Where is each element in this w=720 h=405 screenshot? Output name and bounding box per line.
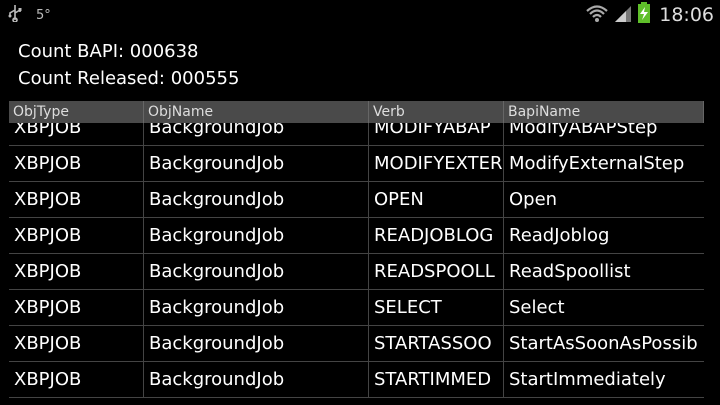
cell-verb: OPEN [369,182,504,217]
status-right: 18:06 [585,2,714,28]
cell-objname: BackgroundJob [144,182,369,217]
column-header-verb[interactable]: Verb [369,101,504,123]
status-bar: 5° 18:06 [0,0,720,28]
cell-objtype: XBPJOB [9,290,144,325]
table-row[interactable]: XBPJOB BackgroundJob SELECT Select [9,290,704,326]
temperature-text: 5° [36,7,51,23]
table-body: XBPJOB BackgroundJob MODIFYABAP ModifyAB… [9,110,704,398]
clock: 18:06 [659,4,714,26]
cell-objname: BackgroundJob [144,218,369,253]
cell-objname: BackgroundJob [144,362,369,397]
count-released-label: Count Released: 000555 [18,68,240,89]
table-header: ObjType ObjName Verb BapiName [9,101,704,123]
cell-bapiname: Select [509,297,565,318]
status-left-icons: 5° [8,4,51,26]
cell-verb: READJOBLOG [369,218,504,253]
cell-objtype: XBPJOB [9,326,144,361]
cell-bapiname: ModifyExternalStep [509,153,685,174]
cell-bapiname: StartAsSoonAsPossib [509,333,698,354]
battery-charging-icon [637,2,651,28]
signal-icon [613,3,633,27]
table-row[interactable]: XBPJOB BackgroundJob STARTIMMED StartImm… [9,362,704,398]
column-header-bapiname[interactable]: BapiName [504,101,704,123]
count-bapi-label: Count BAPI: 000638 [18,41,199,62]
cell-objtype: XBPJOB [9,218,144,253]
cell-verb: STARTASSOO [369,326,504,361]
table-row[interactable]: XBPJOB BackgroundJob MODIFYEXTER ModifyE… [9,146,704,182]
cell-objtype: XBPJOB [9,182,144,217]
table-row[interactable]: XBPJOB BackgroundJob OPEN Open [9,182,704,218]
column-header-objtype[interactable]: ObjType [9,101,144,123]
bapi-table[interactable]: ObjType ObjName Verb BapiName XBPJOB Bac… [9,101,704,405]
cell-objname: BackgroundJob [144,146,369,181]
table-row[interactable]: XBPJOB BackgroundJob READSPOOLL ReadSpoo… [9,254,704,290]
wifi-icon [585,3,609,27]
cell-verb: STARTIMMED [369,362,504,397]
table-row[interactable]: XBPJOB BackgroundJob STARTASSOO StartAsS… [9,326,704,362]
cell-bapiname: ReadJoblog [509,225,610,246]
cell-bapiname: StartImmediately [509,369,666,390]
cell-objtype: XBPJOB [9,254,144,289]
cell-bapiname: Open [509,189,558,210]
table-row[interactable]: XBPJOB BackgroundJob READJOBLOG ReadJobl… [9,218,704,254]
cell-objname: BackgroundJob [144,290,369,325]
cell-verb: MODIFYEXTER [369,146,504,181]
cell-objtype: XBPJOB [9,362,144,397]
cell-objname: BackgroundJob [144,326,369,361]
summary-block: Count BAPI: 000638 Count Released: 00055… [18,38,239,92]
cell-verb: READSPOOLL [369,254,504,289]
cell-objtype: XBPJOB [9,146,144,181]
cell-bapiname: ReadSpoollist [509,261,631,282]
usb-icon [8,4,22,26]
cell-objname: BackgroundJob [144,254,369,289]
cell-verb: SELECT [369,290,504,325]
column-header-objname[interactable]: ObjName [144,101,369,123]
